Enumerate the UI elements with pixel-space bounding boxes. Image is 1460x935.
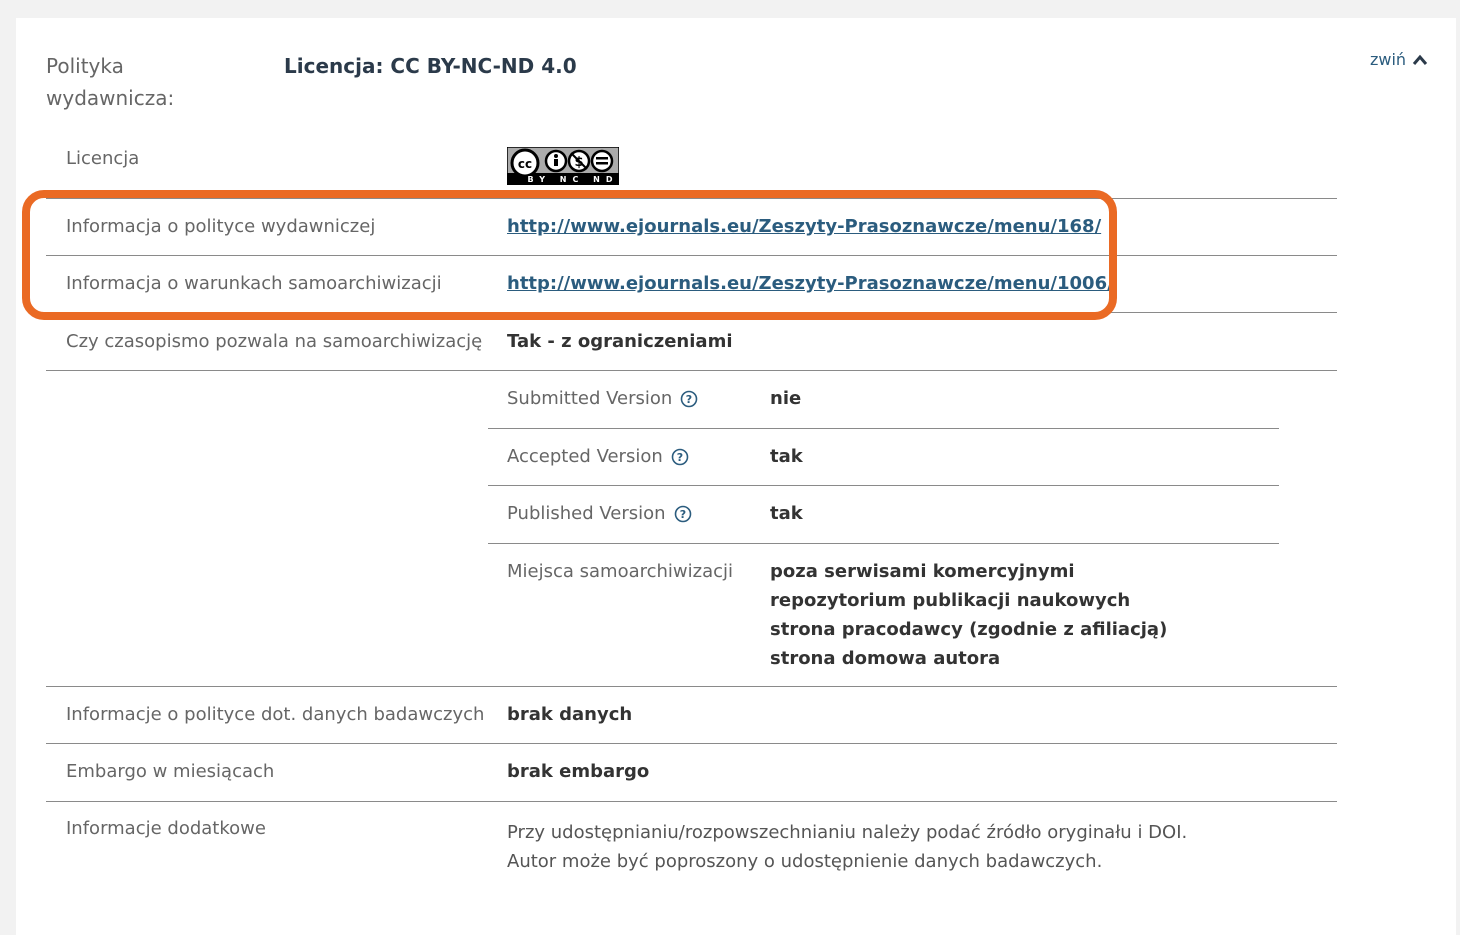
cc-badge-text: BY NC ND: [528, 175, 619, 184]
svg-text:?: ?: [679, 508, 685, 521]
help-icon[interactable]: ?: [671, 448, 689, 466]
chevron-up-icon: [1412, 54, 1428, 65]
divider: [488, 428, 1279, 429]
selfarchive-places-list: poza serwisami komercyjnymi repozytorium…: [770, 557, 1167, 673]
list-item: repozytorium publikacji naukowych: [770, 590, 1131, 611]
cc-by-nc-nd-badge[interactable]: cc $ BY NC ND: [507, 147, 619, 185]
collapse-label: zwiń: [1370, 50, 1407, 69]
embargo-label: Embargo w miesiącach: [66, 761, 275, 782]
list-item: poza serwisami komercyjnymi: [770, 561, 1075, 582]
list-item: strona domowa autora: [770, 648, 1001, 669]
published-version-value: tak: [770, 503, 803, 524]
allows-selfarchive-value: Tak - z ograniczeniami: [507, 331, 733, 352]
publisher-policy-label: Polityka wydawnicza:: [46, 54, 175, 110]
additional-info-label: Informacje dodatkowe: [66, 818, 266, 839]
divider: [488, 543, 1279, 544]
divider: [488, 485, 1279, 486]
submitted-version-label: Submitted Version ?: [507, 388, 698, 409]
divider: [46, 370, 1337, 371]
license-label: Licencja: [66, 148, 140, 169]
highlight-box: [22, 190, 1117, 320]
divider: [46, 686, 1337, 687]
embargo-value: brak embargo: [507, 761, 650, 782]
publisher-policy-card: [16, 18, 1456, 935]
accepted-version-text: Accepted Version: [507, 446, 663, 467]
submitted-version-value: nie: [770, 388, 802, 409]
divider: [46, 801, 1337, 802]
divider: [46, 743, 1337, 744]
additional-info-text: Przy udostępnianiu/rozpowszechnianiu nal…: [507, 818, 1187, 876]
accepted-version-label: Accepted Version ?: [507, 446, 689, 467]
published-version-label: Published Version ?: [507, 503, 692, 524]
published-version-text: Published Version: [507, 503, 666, 524]
allows-selfarchive-label: Czy czasopismo pozwala na samoarchiwizac…: [66, 331, 483, 352]
list-item: strona pracodawcy (zgodnie z afiliacją): [770, 619, 1168, 640]
research-data-label: Informacje o polityce dot. danych badawc…: [66, 704, 485, 725]
svg-text:?: ?: [677, 451, 683, 464]
additional-info-line: Przy udostępnianiu/rozpowszechnianiu nal…: [507, 822, 1188, 843]
license-title: Licencja: CC BY-NC-ND 4.0: [284, 54, 577, 78]
collapse-toggle[interactable]: zwiń: [1370, 50, 1428, 69]
svg-text:?: ?: [686, 393, 692, 406]
accepted-version-value: tak: [770, 446, 803, 467]
submitted-version-text: Submitted Version: [507, 388, 673, 409]
svg-text:cc: cc: [518, 157, 532, 171]
selfarchive-places-label: Miejsca samoarchiwizacji: [507, 561, 734, 582]
additional-info-line: Autor może być poproszony o udostępnieni…: [507, 851, 1103, 872]
help-icon[interactable]: ?: [680, 390, 698, 408]
research-data-value: brak danych: [507, 704, 633, 725]
help-icon[interactable]: ?: [674, 505, 692, 523]
